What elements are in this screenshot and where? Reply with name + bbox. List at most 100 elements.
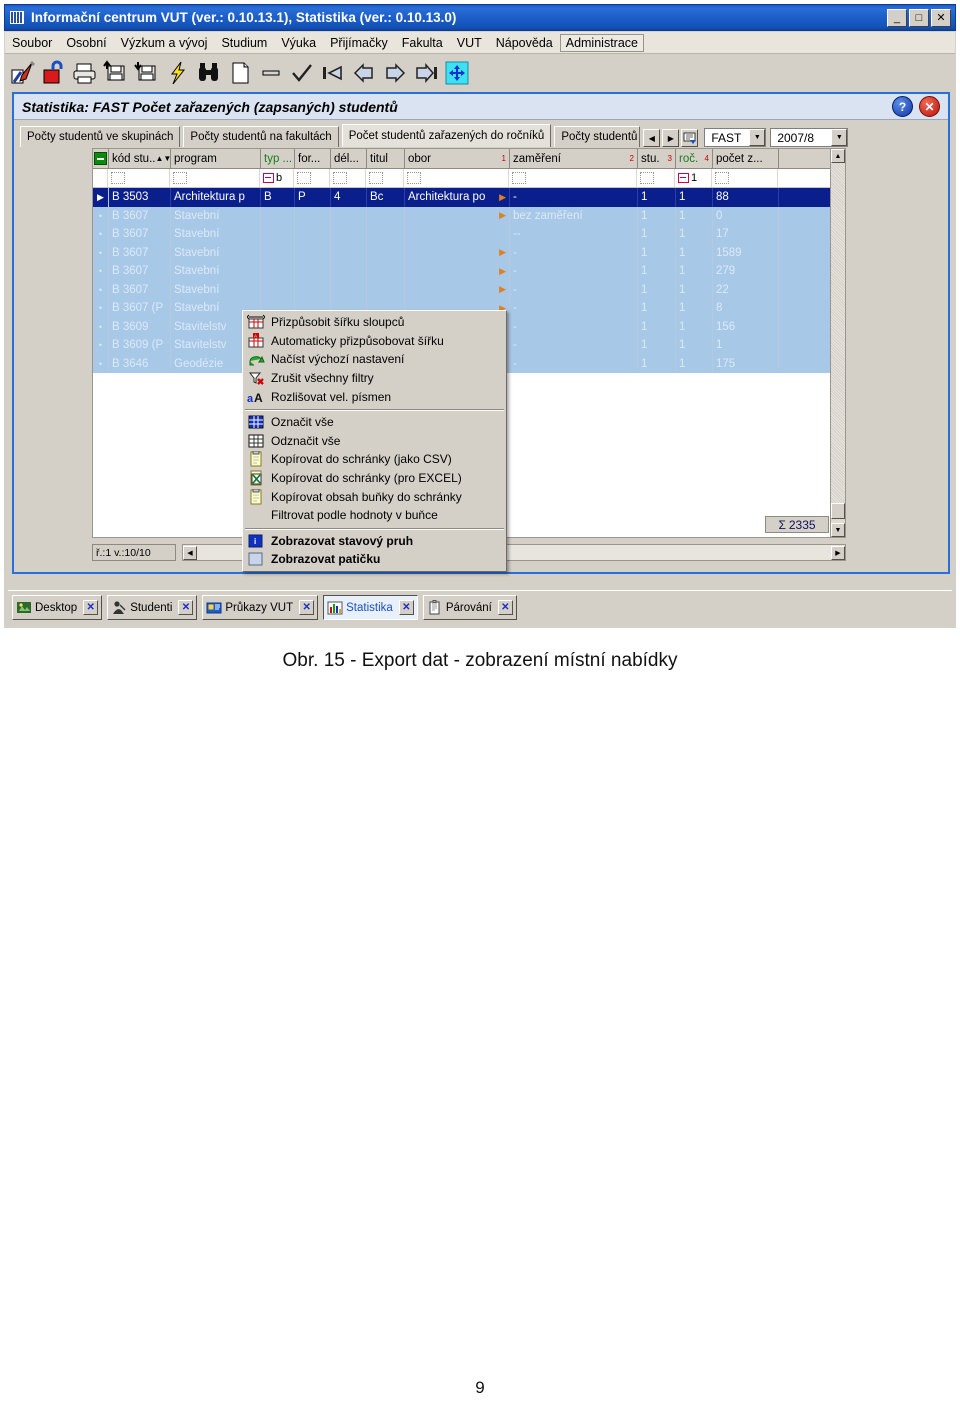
table-row[interactable]: • B 3607 Stavební ▶ -1 1 279 <box>93 262 845 281</box>
cell-del[interactable]: 4 <box>331 188 367 207</box>
help-icon[interactable]: ? <box>892 96 913 117</box>
cell-zamereni[interactable]: -- <box>510 225 638 244</box>
cell-pocet[interactable]: 279 <box>713 262 779 281</box>
column-header-stupen[interactable]: stu. 3 <box>638 149 676 168</box>
cell-titul[interactable] <box>367 262 405 281</box>
cell-pocet[interactable]: 17 <box>713 225 779 244</box>
filter-delka[interactable] <box>330 169 366 187</box>
cell-zamereni[interactable]: - <box>510 354 638 373</box>
save-down-icon[interactable] <box>134 60 160 86</box>
context-menu-item[interactable]: Zobrazovat patičku <box>243 550 506 569</box>
cell-forma[interactable] <box>295 225 331 244</box>
close-icon[interactable]: ✕ <box>83 600 99 615</box>
column-header-titul[interactable]: titul <box>367 149 405 168</box>
cell-forma[interactable] <box>295 206 331 225</box>
cell-kod[interactable]: B 3607 <box>109 225 171 244</box>
cell-zamereni[interactable]: - <box>510 243 638 262</box>
cell-pocet[interactable]: 0 <box>713 206 779 225</box>
filter-rocnik[interactable]: 1 <box>675 169 712 187</box>
cell-pocet[interactable]: 175 <box>713 354 779 373</box>
column-header-delka[interactable]: dél... <box>331 149 367 168</box>
context-menu-item[interactable]: Kopírovat do schránky (pro EXCEL) <box>243 469 506 488</box>
grid-select-all-header[interactable] <box>93 149 109 168</box>
tab-next-button[interactable]: ▶ <box>662 129 680 147</box>
table-row[interactable]: • B 3607 Stavební ▶ -1 1 1589 <box>93 243 845 262</box>
close-icon[interactable]: ✕ <box>497 600 513 615</box>
menu-item-vut[interactable]: VUT <box>450 35 489 51</box>
context-menu-item[interactable]: Kopírovat do schránky (jako CSV) <box>243 450 506 469</box>
cell-pocet[interactable]: 1 <box>713 336 779 355</box>
chevron-down-icon[interactable]: ▼ <box>749 129 766 146</box>
context-menu-item[interactable]: a A Rozlišovat vel. písmen <box>243 387 506 406</box>
cell-titul[interactable] <box>367 280 405 299</box>
tab-pocty-studentu-ve-skupinach[interactable]: Počty studentů ve skupinách <box>20 126 181 147</box>
cell-obor[interactable]: ▶ <box>405 206 510 225</box>
cell-pocet[interactable]: 8 <box>713 299 779 318</box>
cell-forma[interactable] <box>295 262 331 281</box>
context-menu-item[interactable]: Označit vše <box>243 413 506 432</box>
context-menu[interactable]: Přizpůsobit šířku sloupců A Automaticky př… <box>242 310 507 572</box>
close-icon[interactable]: ✕ <box>178 600 194 615</box>
cell-titul[interactable]: Bc <box>367 188 405 207</box>
cell-kod[interactable]: B 3609 <box>109 317 171 336</box>
filter-zamereni[interactable] <box>509 169 637 187</box>
cell-titul[interactable] <box>367 225 405 244</box>
cell-zamereni[interactable]: bez zaměření <box>510 206 638 225</box>
tab-list-icon[interactable] <box>681 129 699 147</box>
column-header-program[interactable]: program <box>171 149 261 168</box>
confirm-check-icon[interactable] <box>289 60 315 86</box>
minimize-button[interactable]: _ <box>887 8 907 27</box>
taskbar-item-studenti[interactable]: Studenti ✕ <box>107 595 198 620</box>
menu-item-fakulta[interactable]: Fakulta <box>395 35 450 51</box>
tab-pocty-studentu[interactable]: Počty studentů <box>554 126 641 147</box>
taskbar-item-statistika[interactable]: Statistika ✕ <box>323 595 418 620</box>
cell-roc[interactable]: 1 <box>676 262 713 281</box>
cell-stu[interactable]: 1 <box>638 317 676 336</box>
cell-kod[interactable]: B 3607 <box>109 206 171 225</box>
menu-item-napoveda[interactable]: Nápověda <box>489 35 560 51</box>
menu-item-soubor[interactable]: Soubor <box>5 35 59 51</box>
context-menu-item[interactable]: Kopírovat obsah buňky do schránky <box>243 487 506 506</box>
move-resize-icon[interactable] <box>444 60 470 86</box>
context-menu-item[interactable]: Zrušit všechny filtry <box>243 369 506 388</box>
cell-forma[interactable] <box>295 243 331 262</box>
table-row[interactable]: • B 3607 Stavební -- 1 1 17 <box>93 225 845 244</box>
cell-zamereni[interactable]: - <box>510 299 638 318</box>
cell-typ[interactable] <box>261 262 295 281</box>
next-record-icon[interactable] <box>382 60 408 86</box>
cell-roc[interactable]: 1 <box>676 354 713 373</box>
cell-zamereni[interactable]: - <box>510 317 638 336</box>
cell-zamereni[interactable]: - <box>510 336 638 355</box>
cell-stu[interactable]: 1 <box>638 280 676 299</box>
context-menu-item[interactable]: Odznačit vše <box>243 432 506 451</box>
cell-typ[interactable] <box>261 206 295 225</box>
cell-typ[interactable]: B <box>261 188 295 207</box>
tab-prev-button[interactable]: ◀ <box>643 129 661 147</box>
scroll-up-button[interactable]: ▲ <box>831 149 845 163</box>
delete-minus-icon[interactable] <box>258 60 284 86</box>
column-header-pocet-z[interactable]: počet z... <box>713 149 779 168</box>
binoculars-icon[interactable] <box>196 60 222 86</box>
context-menu-item[interactable]: Načíst výchozí nastavení <box>243 350 506 369</box>
table-row[interactable]: ▶ B 3503 Architektura p B P 4 Bc Architektura p… <box>93 188 845 207</box>
cell-del[interactable] <box>331 243 367 262</box>
cell-roc[interactable]: 1 <box>676 336 713 355</box>
cell-roc[interactable]: 1 <box>676 317 713 336</box>
filter-pocet-z[interactable] <box>712 169 778 187</box>
first-record-icon[interactable] <box>320 60 346 86</box>
filter-stupen[interactable] <box>637 169 675 187</box>
cell-roc[interactable]: 1 <box>676 280 713 299</box>
faculty-select[interactable]: FAST ▼ <box>704 128 767 147</box>
filter-obor[interactable] <box>404 169 509 187</box>
column-header-rocnik[interactable]: roč. 4 <box>676 149 713 168</box>
table-row[interactable]: • B 3607 Stavební ▶ -1 1 22 <box>93 280 845 299</box>
cell-typ[interactable] <box>261 280 295 299</box>
filter-typ[interactable]: b <box>260 169 294 187</box>
cell-roc[interactable]: 1 <box>676 206 713 225</box>
cell-del[interactable] <box>331 206 367 225</box>
cell-forma[interactable]: P <box>295 188 331 207</box>
filter-forma[interactable] <box>294 169 330 187</box>
taskbar-item-p-rov-n-[interactable]: Párování ✕ <box>422 595 517 620</box>
close-icon[interactable]: ✕ <box>398 600 414 615</box>
year-select[interactable]: 2007/8 ▼ <box>770 128 849 147</box>
